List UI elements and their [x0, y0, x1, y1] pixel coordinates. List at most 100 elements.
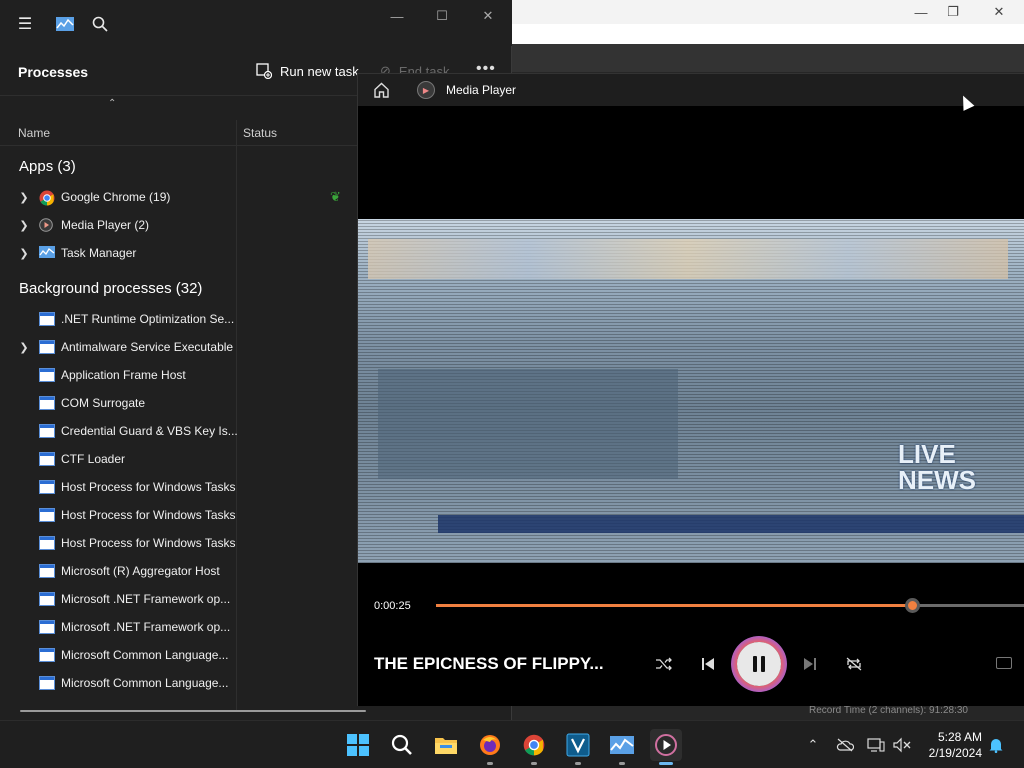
- video-shadow-detail: [378, 369, 678, 479]
- notification-bell-icon[interactable]: [987, 737, 1005, 753]
- horizontal-scrollbar[interactable]: [20, 710, 366, 712]
- chevron-right-icon[interactable]: ❯: [18, 191, 30, 204]
- process-name: Microsoft (R) Aggregator Host: [61, 564, 220, 578]
- run-new-task-button[interactable]: Run new task: [256, 63, 359, 79]
- running-indicator: [487, 762, 493, 765]
- process-row[interactable]: Host Process for Windows Tasks: [0, 501, 360, 529]
- chevron-right-icon[interactable]: ❯: [18, 219, 30, 232]
- column-status[interactable]: Status: [243, 126, 277, 140]
- running-indicator: [531, 762, 537, 765]
- process-name: Credential Guard & VBS Key Is...: [61, 424, 238, 438]
- process-row-chrome[interactable]: ❯ Google Chrome (19): [0, 183, 360, 211]
- seek-bar-progress: [436, 604, 913, 607]
- process-icon: [39, 508, 55, 522]
- restore-button[interactable]: ❐: [930, 0, 976, 24]
- repeat-icon[interactable]: [842, 653, 866, 675]
- background-window-toolbar: [512, 24, 1024, 44]
- chevron-right-icon[interactable]: ❯: [18, 247, 30, 260]
- efficiency-mode-leaf-icon: ❦: [330, 189, 341, 204]
- process-icon: [39, 480, 55, 494]
- process-icon: [39, 340, 55, 354]
- search-icon[interactable]: [90, 14, 110, 34]
- process-icon: [39, 424, 55, 438]
- task-manager-app-icon: [55, 14, 75, 34]
- process-name: Microsoft Common Language...: [61, 648, 229, 662]
- app-title: Media Player: [446, 83, 517, 97]
- process-name: Media Player (2): [61, 218, 150, 232]
- process-row[interactable]: Microsoft Common Language...: [0, 641, 360, 669]
- media-player-icon: [39, 218, 55, 232]
- column-name[interactable]: Name: [18, 126, 50, 140]
- network-icon[interactable]: [867, 737, 885, 753]
- chevron-right-icon[interactable]: ❯: [18, 341, 30, 354]
- process-row[interactable]: Microsoft Common Language...: [0, 669, 360, 697]
- background-window-content: [512, 44, 1024, 72]
- minimize-button[interactable]: —: [382, 6, 412, 26]
- sort-up-icon[interactable]: ⌃: [108, 98, 116, 109]
- process-row[interactable]: CTF Loader: [0, 445, 360, 473]
- hamburger-menu-icon[interactable]: ☰: [15, 14, 35, 34]
- seek-bar-thumb[interactable]: [905, 598, 920, 613]
- shuffle-icon[interactable]: [652, 653, 676, 675]
- video-frame[interactable]: LIVE NEWS: [358, 219, 1024, 563]
- run-new-task-label: Run new task: [280, 63, 359, 79]
- home-icon[interactable]: [373, 82, 391, 98]
- process-row[interactable]: Credential Guard & VBS Key Is...: [0, 417, 360, 445]
- pause-button[interactable]: [731, 636, 787, 692]
- now-playing-title: THE EPICNESS OF FLIPPY...: [374, 654, 604, 673]
- process-row[interactable]: Microsoft (R) Aggregator Host: [0, 557, 360, 585]
- media-player-icon: ▶: [417, 81, 435, 99]
- captions-icon[interactable]: [996, 657, 1012, 669]
- record-time-status: Record Time (2 channels): 91:28:30: [809, 705, 968, 716]
- process-name: Google Chrome (19): [61, 190, 171, 204]
- previous-track-icon[interactable]: [696, 653, 720, 675]
- seek-bar[interactable]: [436, 598, 1024, 613]
- process-icon: [39, 312, 55, 326]
- process-icon: [39, 648, 55, 662]
- task-manager-icon: [39, 246, 55, 260]
- process-row[interactable]: Microsoft .NET Framework op...: [0, 613, 360, 641]
- start-button[interactable]: [342, 729, 374, 761]
- process-row-media-player[interactable]: ❯ Media Player (2): [0, 211, 360, 239]
- process-row-task-manager[interactable]: ❯ Task Manager: [0, 239, 360, 267]
- process-row[interactable]: Application Frame Host: [0, 361, 360, 389]
- clock-date: 2/19/2024: [928, 746, 982, 760]
- process-name: CTF Loader: [61, 452, 126, 466]
- firefox-icon[interactable]: [474, 729, 506, 765]
- visual-studio-icon[interactable]: [562, 729, 594, 765]
- page-title: Processes: [18, 64, 89, 80]
- taskbar-search-icon[interactable]: [386, 729, 418, 761]
- process-name: Host Process for Windows Tasks: [61, 508, 236, 522]
- process-name: Task Manager: [61, 246, 137, 260]
- process-icon: [39, 368, 55, 382]
- close-button[interactable]: ✕: [976, 0, 1022, 24]
- system-clock[interactable]: 5:28 AM 2/19/2024: [926, 729, 982, 761]
- desktop: — ❐ ✕ Record Time (2 channels): 91:28:30…: [0, 0, 1024, 768]
- process-row[interactable]: Microsoft .NET Framework op...: [0, 585, 360, 613]
- process-row[interactable]: ❯ Antimalware Service Executable: [0, 333, 360, 361]
- volume-muted-icon[interactable]: [893, 737, 911, 753]
- process-name: Antimalware Service Executable: [61, 340, 234, 354]
- taskbar-media-player-icon[interactable]: [650, 729, 682, 765]
- maximize-button[interactable]: ☐: [427, 6, 457, 26]
- taskbar-chrome-icon[interactable]: [518, 729, 550, 765]
- process-name: COM Surrogate: [61, 396, 146, 410]
- pause-icon: [737, 642, 781, 686]
- taskbar-task-manager-icon[interactable]: [606, 729, 638, 765]
- background-processes-heading: Background processes (32): [19, 280, 203, 297]
- process-icon: [39, 592, 55, 606]
- media-player-window: ▶ Media Player LIVE NEWS 0:00:25 THE EPI…: [357, 73, 1024, 706]
- show-hidden-icons-chevron-icon[interactable]: ⌃: [804, 737, 822, 753]
- file-explorer-icon[interactable]: [430, 729, 462, 761]
- process-row[interactable]: Host Process for Windows Tasks: [0, 529, 360, 557]
- close-button[interactable]: ✕: [473, 6, 503, 26]
- news-ticker-bar: [438, 515, 1024, 533]
- process-row[interactable]: .NET Runtime Optimization Se...: [0, 305, 360, 333]
- onedrive-off-icon[interactable]: [836, 737, 854, 753]
- process-name: Host Process for Windows Tasks: [61, 536, 236, 550]
- next-track-icon[interactable]: [798, 653, 822, 675]
- process-name: Application Frame Host: [61, 368, 186, 382]
- process-row[interactable]: COM Surrogate: [0, 389, 360, 417]
- process-name: .NET Runtime Optimization Se...: [61, 312, 235, 326]
- process-row[interactable]: Host Process for Windows Tasks: [0, 473, 360, 501]
